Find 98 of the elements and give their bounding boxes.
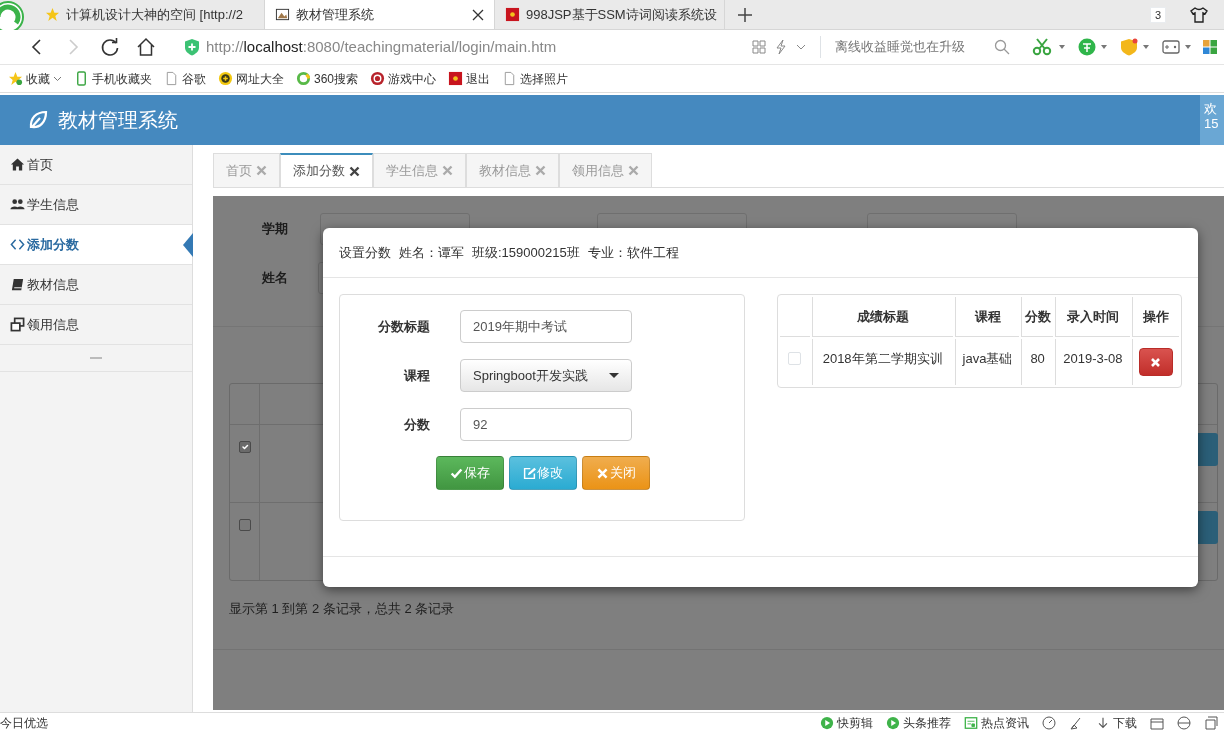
status-item[interactable]: 下载 (1095, 713, 1137, 732)
bookmark-link[interactable]: 手机收藏夹 (74, 69, 152, 88)
field-label: 学期 (262, 220, 289, 239)
gamepad-icon[interactable] (1162, 39, 1180, 55)
user-id: 15 (1204, 116, 1220, 131)
table-cell: java基础 (962, 351, 1013, 366)
bookmark-link[interactable]: 谷歌 (164, 69, 206, 88)
picture-frame-icon (275, 7, 290, 22)
close-icon (1150, 356, 1162, 368)
new-tab-icon[interactable] (737, 6, 753, 23)
edit-icon (523, 466, 536, 480)
browser-tab[interactable]: 998JSP基于SSM诗词阅读系统设 (495, 0, 725, 29)
row-checkbox[interactable] (238, 441, 251, 453)
address-field[interactable]: http://localhost:8080/teachingmaterial/login/main.htm (206, 35, 557, 59)
check-icon (450, 466, 463, 480)
active-pointer (183, 233, 193, 257)
bookmark-link[interactable]: 网址大全 (218, 69, 284, 88)
sidebar-item[interactable]: 领用信息 (0, 305, 192, 345)
column-header: 分数 (1021, 297, 1053, 337)
bookmark-link[interactable]: 选择照片 (502, 69, 569, 88)
book-icon (10, 277, 25, 292)
tab-count[interactable]: 3 (1149, 6, 1166, 23)
ring-icon (296, 71, 311, 86)
column-header: 课程 (954, 297, 1020, 337)
sidebar-item[interactable]: 首页 (0, 145, 192, 185)
table-cell: 80 (1030, 351, 1045, 366)
translate-icon[interactable] (1078, 38, 1096, 56)
chevron-down-icon[interactable] (796, 42, 806, 52)
row-checkbox[interactable] (238, 519, 251, 531)
field-label: 课程 (402, 366, 431, 385)
window-icon[interactable] (1149, 715, 1164, 730)
speed-icon[interactable] (1041, 715, 1056, 730)
phone-icon (74, 71, 89, 86)
plus-circle-icon (218, 71, 233, 86)
leaf-icon (28, 110, 48, 130)
collapse-handle[interactable] (90, 357, 102, 359)
page-icon (164, 71, 179, 86)
close-icon (596, 466, 609, 480)
bookmark-link[interactable]: 收藏 (8, 69, 62, 88)
modal-title: 设置分数 (339, 243, 391, 262)
caret-icon (609, 372, 619, 379)
student-class: 班级:159000215班 (472, 243, 580, 262)
bookmark-link[interactable]: 游戏中心 (370, 69, 437, 88)
caret-icon[interactable] (1058, 43, 1066, 51)
field-label: 姓名 (262, 269, 288, 288)
caret-icon[interactable] (1100, 43, 1108, 51)
text-field[interactable]: 92 (460, 408, 632, 441)
site-icon (505, 7, 520, 22)
field-label: 分数 (403, 415, 431, 434)
course-select[interactable]: Springboot开发实践 (460, 359, 632, 392)
status-item[interactable]: 快剪辑 (819, 713, 873, 732)
apps-icon[interactable] (1202, 39, 1218, 55)
home-icon[interactable] (136, 37, 156, 57)
status-text: 今日优选 (0, 714, 48, 732)
close-icon[interactable] (349, 165, 360, 177)
star-icon (8, 71, 23, 86)
site-icon (448, 71, 464, 86)
qr-code-icon[interactable] (752, 40, 766, 54)
chevron-down-icon (53, 74, 62, 83)
table-cell: 2018年第二学期实训 (822, 351, 943, 366)
status-item[interactable]: 热点资讯 (963, 713, 1029, 732)
caret-icon[interactable] (1142, 43, 1150, 51)
caret-icon[interactable] (1184, 43, 1192, 51)
reload-icon[interactable] (100, 37, 120, 57)
sidebar-item[interactable]: 教材信息 (0, 265, 192, 305)
user-greeting: 欢 (1204, 101, 1218, 116)
star-icon (45, 7, 60, 22)
lightning-icon[interactable] (774, 39, 788, 55)
text-field[interactable]: 2019年期中考试 (460, 310, 632, 343)
users-icon (10, 197, 25, 212)
game-icon (370, 71, 386, 86)
browser-tab[interactable]: 教材管理系统 (265, 0, 495, 29)
status-item[interactable]: 头条推荐 (885, 713, 951, 732)
bookmark-link[interactable]: 退出 (448, 69, 491, 88)
app-title: 教材管理系统 (58, 108, 178, 133)
field-label: 分数标题 (377, 317, 431, 336)
home-icon (10, 157, 25, 172)
scissors-icon[interactable] (1032, 38, 1054, 56)
shield-icon (184, 38, 200, 56)
shield-icon[interactable] (1120, 38, 1138, 56)
student-name: 姓名：谭军 (399, 243, 464, 262)
close-icon[interactable] (472, 9, 484, 22)
bookmark-link[interactable]: 360搜索 (296, 69, 359, 88)
column-header: 录入时间 (1055, 297, 1130, 337)
sidebar-item[interactable]: 添加分数 (0, 225, 192, 265)
table-cell: 2019-3-08 (1063, 351, 1123, 366)
pagination-info: 显示第 1 到第 2 条记录，总共 2 条记录 (229, 600, 455, 618)
column-header: 成绩标题 (811, 297, 953, 337)
code-icon (10, 237, 25, 252)
restore-icon[interactable] (1203, 715, 1218, 730)
page-tab[interactable]: 添加分数 (280, 153, 373, 187)
student-major: 专业：软件工程 (587, 243, 679, 262)
shirt-icon[interactable] (1190, 5, 1208, 24)
column-header: 操作 (1131, 297, 1179, 337)
back-icon[interactable] (30, 38, 44, 56)
delete-button[interactable] (1138, 348, 1173, 376)
clone-icon (10, 317, 25, 332)
search-icon[interactable] (994, 39, 1010, 55)
